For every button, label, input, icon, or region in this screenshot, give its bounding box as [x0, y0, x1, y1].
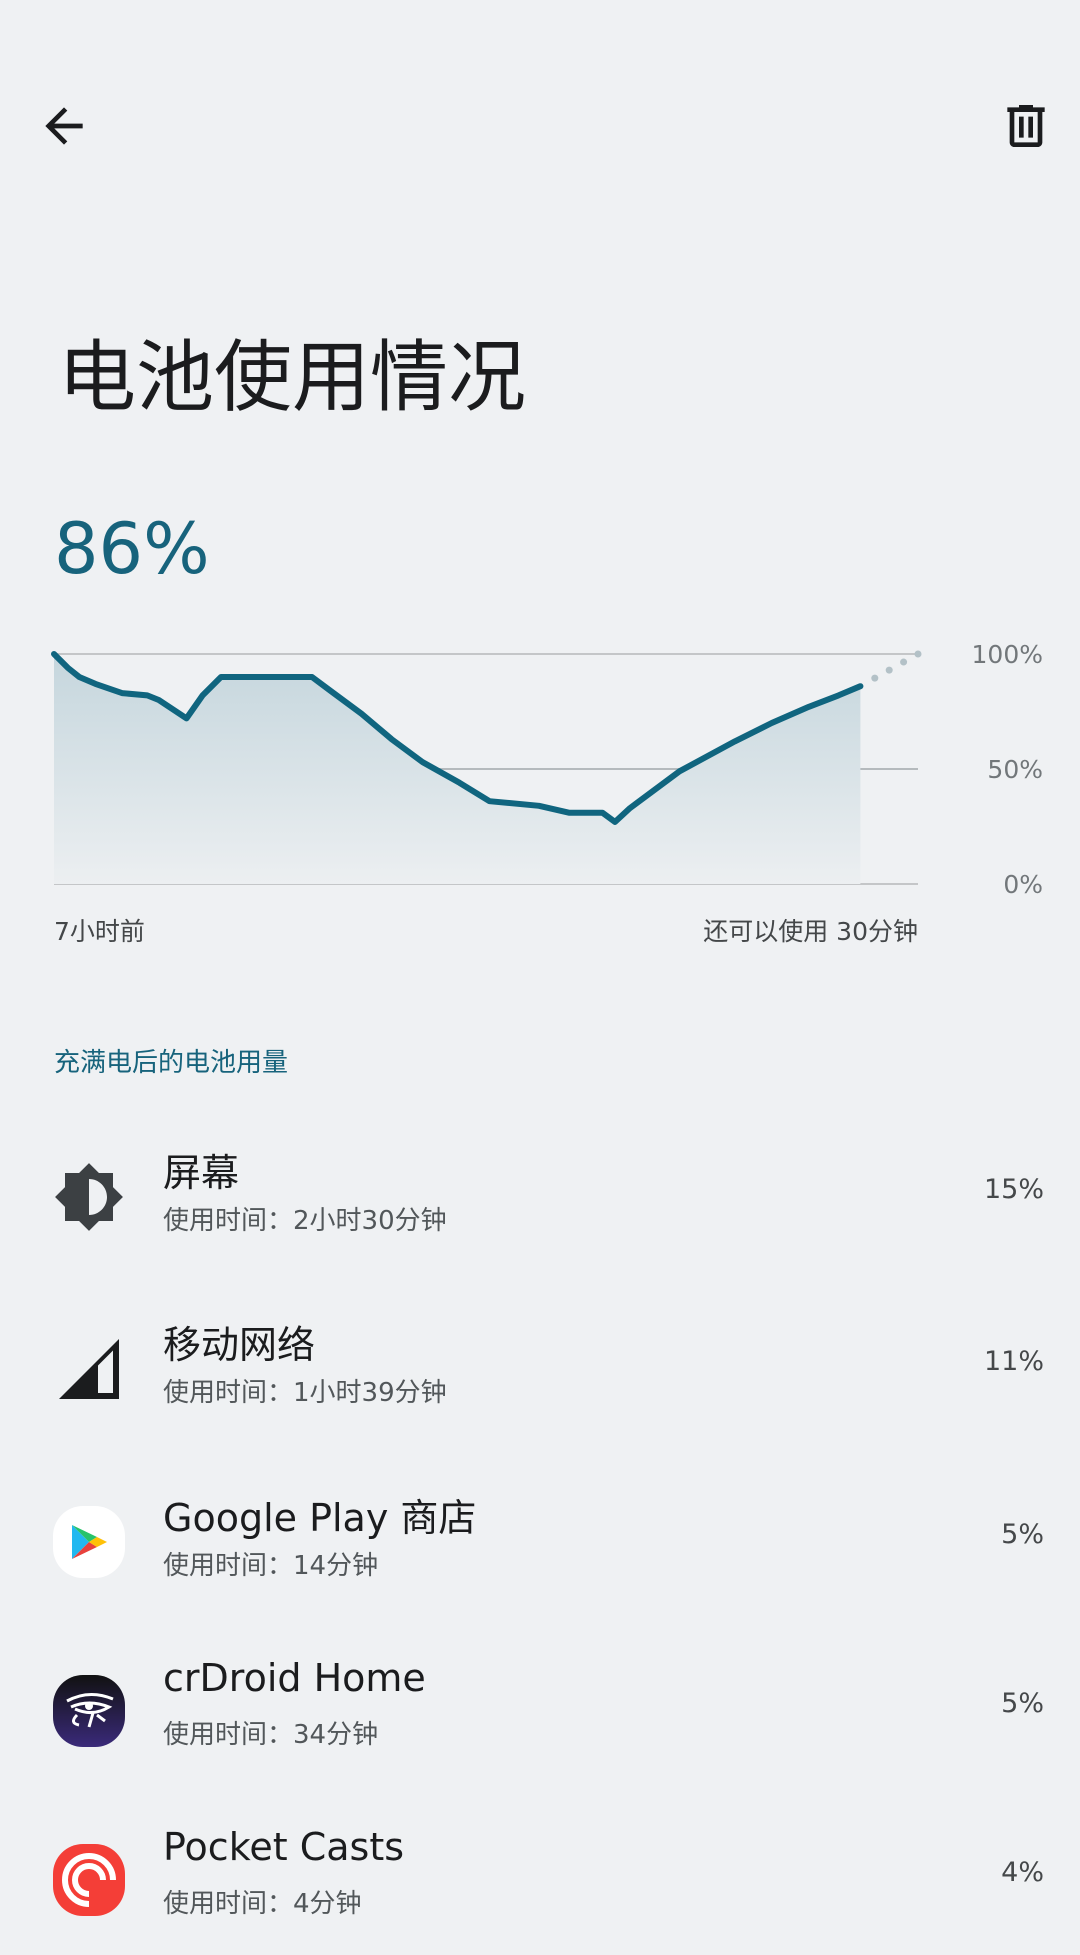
item-usage-time: 使用时间：14分钟: [163, 1551, 379, 1581]
item-percent: 4%: [1001, 1857, 1044, 1888]
back-button[interactable]: [36, 98, 92, 154]
usage-list-item[interactable]: 移动网络 使用时间：1小时39分钟 11%: [0, 1294, 1080, 1444]
usage-list-item[interactable]: crDroid Home 使用时间：34分钟 5%: [0, 1636, 1080, 1786]
projection-dot: [885, 666, 893, 674]
item-title: Google Play 商店: [163, 1496, 477, 1540]
y-tick-label: 50%: [987, 755, 1043, 784]
battery-chart: 100% 50% 0%: [51, 640, 1043, 899]
usage-list-item[interactable]: 屏幕 使用时间：2小时30分钟 15%: [0, 1122, 1080, 1272]
item-title: Pocket Casts: [163, 1825, 405, 1869]
item-usage-time: 使用时间：2小时30分钟: [163, 1206, 447, 1236]
item-percent: 5%: [1001, 1688, 1044, 1719]
crdroid-home-icon: [53, 1675, 125, 1747]
projection-dot: [914, 650, 922, 658]
item-title: 移动网络: [163, 1323, 316, 1367]
brightness-icon: [53, 1161, 125, 1233]
x-label-start: 7小时前: [54, 917, 145, 946]
cellular-signal-icon: [53, 1333, 125, 1405]
trash-icon: [1007, 105, 1045, 147]
y-tick-label: 100%: [972, 640, 1043, 669]
item-usage-time: 使用时间：4分钟: [163, 1889, 362, 1919]
page-title: 电池使用情况: [58, 333, 527, 423]
projection-dot: [871, 674, 879, 682]
usage-list-item[interactable]: Pocket Casts 使用时间：4分钟 4%: [0, 1805, 1080, 1955]
item-usage-time: 使用时间：34分钟: [163, 1720, 379, 1750]
item-percent: 15%: [983, 1174, 1044, 1205]
google-play-icon: [53, 1506, 125, 1578]
projection-dot: [900, 658, 908, 666]
item-title: crDroid Home: [163, 1656, 426, 1700]
section-title: 充满电后的电池用量: [54, 1048, 289, 1078]
arrow-left-icon: [45, 107, 83, 145]
x-label-end: 还可以使用 30分钟: [703, 917, 918, 946]
usage-list-item[interactable]: Google Play 商店 使用时间：14分钟 5%: [0, 1467, 1080, 1617]
item-usage-time: 使用时间：1小时39分钟: [163, 1378, 447, 1408]
item-title: 屏幕: [163, 1151, 240, 1195]
y-tick-label: 0%: [1003, 870, 1043, 899]
item-percent: 11%: [983, 1346, 1044, 1377]
item-percent: 5%: [1001, 1519, 1044, 1550]
delete-button[interactable]: [998, 98, 1054, 154]
battery-level: 86%: [54, 508, 210, 590]
pocket-casts-icon: [53, 1844, 125, 1916]
